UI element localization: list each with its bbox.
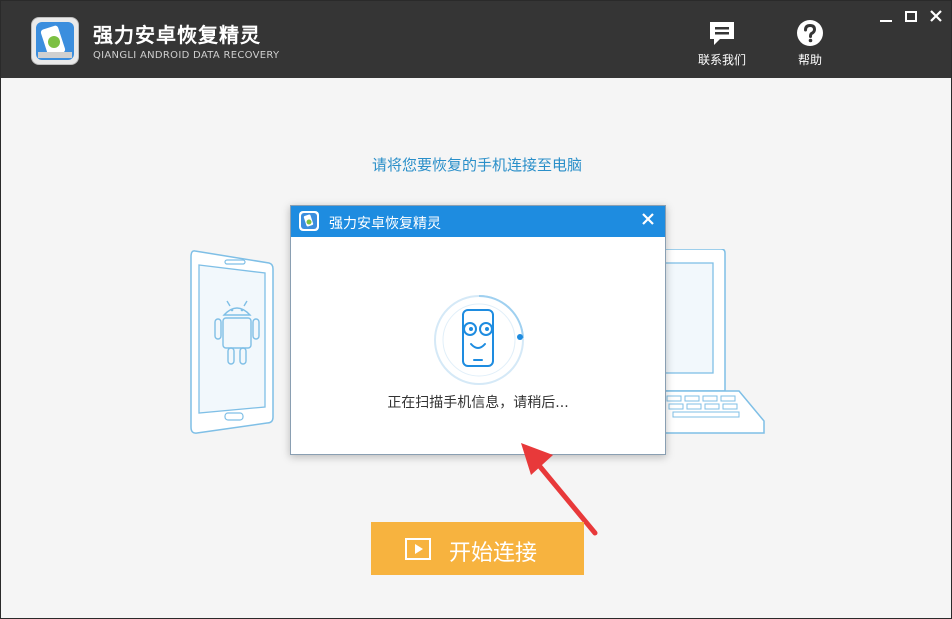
- minimize-button[interactable]: [875, 7, 897, 27]
- close-icon: [642, 213, 654, 225]
- dialog-title: 强力安卓恢复精灵: [329, 216, 441, 232]
- maximize-button[interactable]: [900, 7, 922, 27]
- laptop-illustration: [663, 249, 765, 434]
- dialog-close-button[interactable]: [639, 210, 657, 228]
- help-label: 帮助: [797, 53, 822, 67]
- scan-dialog: 强力安卓恢复精灵 正在扫描手机信息，请稍后...: [290, 205, 666, 455]
- start-connect-label: 开始连接: [449, 541, 538, 566]
- start-connect-button[interactable]: 开始连接: [371, 522, 584, 575]
- chat-icon: [710, 22, 734, 45]
- scanning-phone-icon: [434, 294, 524, 385]
- close-window-button[interactable]: [925, 7, 947, 27]
- connect-instruction: 请将您要恢复的手机连接至电脑: [371, 156, 582, 174]
- help-icon: [797, 20, 823, 46]
- app-logo-icon: [31, 17, 79, 65]
- maximize-icon: [905, 11, 917, 22]
- close-icon: [930, 10, 942, 22]
- android-phone-illustration: [190, 250, 274, 434]
- play-icon: [405, 538, 431, 560]
- minimize-icon: [880, 20, 892, 22]
- contact-us-label: 联系我们: [697, 53, 746, 67]
- help-button[interactable]: 帮助: [775, 19, 845, 69]
- app-subtitle: QIANGLI ANDROID DATA RECOVERY: [93, 50, 280, 61]
- dialog-header: 强力安卓恢复精灵: [291, 206, 665, 237]
- contact-us-button[interactable]: 联系我们: [687, 19, 757, 69]
- title-bar: 强力安卓恢复精灵 QIANGLI ANDROID DATA RECOVERY 联…: [1, 1, 951, 78]
- dialog-app-icon: [299, 211, 319, 231]
- app-window: 强力安卓恢复精灵 QIANGLI ANDROID DATA RECOVERY 联…: [0, 0, 952, 619]
- scan-status-text: 正在扫描手机信息，请稍后...: [387, 395, 569, 411]
- app-title: 强力安卓恢复精灵: [93, 23, 261, 47]
